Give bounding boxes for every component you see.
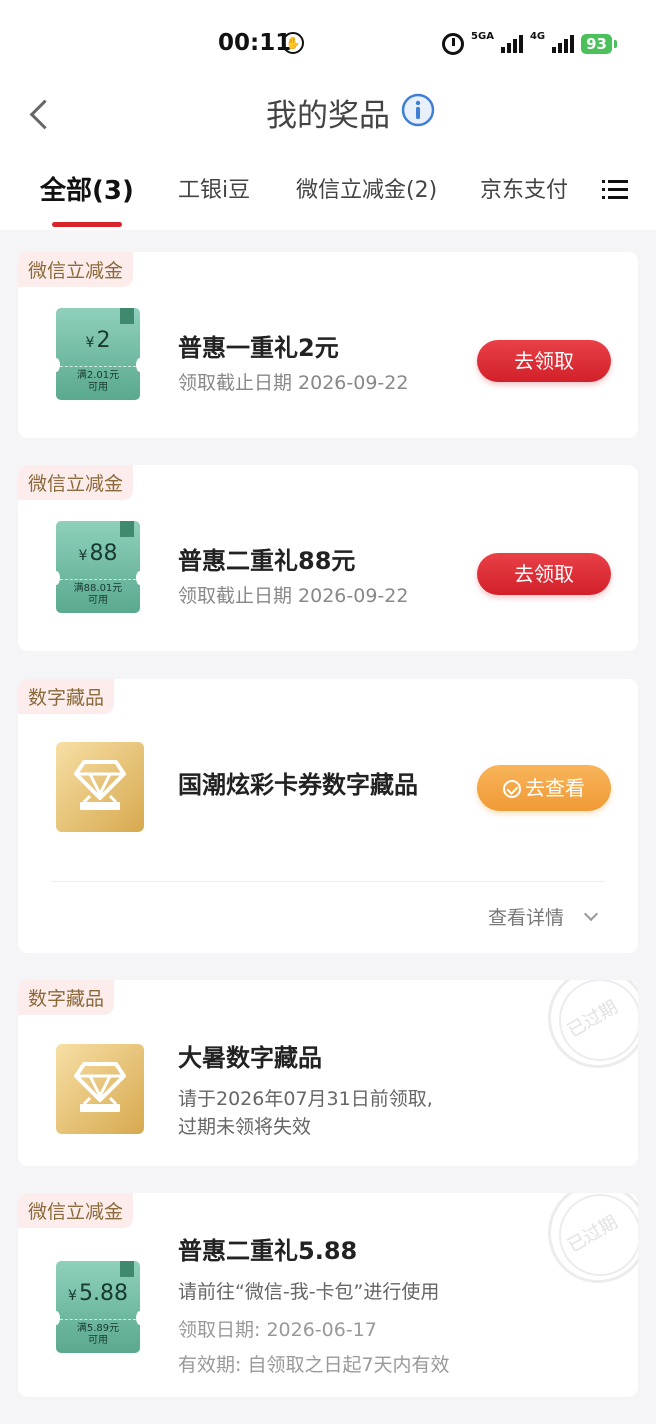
status-icons: 5GA 4G 93 bbox=[442, 30, 617, 58]
coupon-icon: ¥2 满2.01元 可用 bbox=[52, 308, 144, 400]
info-icon[interactable] bbox=[401, 93, 435, 127]
view-button[interactable]: 去查看 bbox=[477, 765, 611, 811]
prize-card: 已过期 微信立减金 ¥5.88 满5.89元 可用 普惠二重礼5.88 请前往“微… bbox=[18, 1193, 638, 1397]
battery-indicator: 93 bbox=[581, 34, 617, 54]
network-5g-label: 5GA bbox=[471, 30, 494, 42]
prize-title: 普惠二重礼5.88 bbox=[178, 1237, 358, 1265]
expired-stamp: 已过期 bbox=[548, 980, 638, 1068]
prize-title: 普惠二重礼88元 bbox=[178, 547, 356, 575]
signal-icon bbox=[500, 35, 523, 53]
alarm-icon bbox=[442, 33, 465, 55]
digital-collectible-icon bbox=[56, 1044, 144, 1134]
gesture-icon: ✋ bbox=[282, 32, 304, 54]
coupon-icon: ¥88 满88.01元 可用 bbox=[52, 521, 144, 613]
prize-card: 数字藏品 国潮炫彩卡券数字藏品 去查看 查看详情 bbox=[18, 679, 638, 953]
digital-collectible-icon bbox=[56, 742, 144, 832]
coupon-amount: ¥2 bbox=[85, 328, 111, 353]
prize-title: 普惠一重礼2元 bbox=[178, 334, 339, 362]
prize-category-tag: 微信立减金 bbox=[18, 1193, 134, 1228]
prize-category-tag: 微信立减金 bbox=[18, 465, 134, 500]
coupon-amount: ¥5.88 bbox=[68, 1281, 128, 1306]
prize-note-line1: 请于2026年07月31日前领取, bbox=[178, 1088, 433, 1110]
header: 我的奖品 bbox=[0, 80, 656, 150]
prize-title: 国潮炫彩卡券数字藏品 bbox=[178, 771, 418, 799]
prize-validity: 有效期: 自领取之日起7天内有效 bbox=[178, 1354, 450, 1376]
active-tab-indicator bbox=[52, 222, 122, 227]
coupon-icon: ¥5.88 满5.89元 可用 bbox=[52, 1261, 144, 1353]
coupon-flag bbox=[120, 1261, 134, 1277]
prize-usage-note: 请前往“微信-我-卡包”进行使用 bbox=[178, 1281, 440, 1303]
prize-title: 大暑数字藏品 bbox=[178, 1044, 322, 1072]
coupon-flag bbox=[120, 308, 134, 324]
tab-bar: 全部(3) 工银i豆 微信立减金(2) 京东支付 bbox=[0, 150, 656, 230]
page-title: 我的奖品 bbox=[266, 98, 390, 134]
claim-button[interactable]: 去领取 bbox=[477, 340, 611, 382]
status-time: 00:11 bbox=[218, 30, 292, 56]
divider bbox=[51, 881, 605, 882]
signal-icon-2 bbox=[552, 35, 575, 53]
claim-button[interactable]: 去领取 bbox=[477, 553, 611, 595]
check-circle-icon bbox=[503, 780, 521, 798]
coupon-condition: 满88.01元 可用 bbox=[73, 583, 123, 606]
coupon-flag bbox=[120, 521, 134, 537]
prize-card: 微信立减金 ¥2 满2.01元 可用 普惠一重礼2元 领取截止日期 2026-09… bbox=[18, 252, 638, 438]
prize-card: 已过期 数字藏品 大暑数字藏品 请于2026年07月31日前领取, 过期未领将失… bbox=[18, 980, 638, 1166]
menu-list-icon[interactable] bbox=[602, 178, 628, 202]
prize-deadline: 领取截止日期 2026-09-22 bbox=[178, 372, 409, 394]
prize-claim-date: 领取日期: 2026-06-17 bbox=[178, 1319, 377, 1341]
tab-all[interactable]: 全部(3) bbox=[40, 170, 134, 207]
prize-category-tag: 数字藏品 bbox=[18, 679, 115, 714]
tab-jd-pay[interactable]: 京东支付 bbox=[480, 172, 568, 204]
status-bar: 00:11 ✋ 5GA 4G 93 bbox=[0, 0, 656, 80]
tab-icbc-points[interactable]: 工银i豆 bbox=[178, 172, 250, 204]
coupon-amount: ¥88 bbox=[78, 541, 118, 566]
prize-note-line2: 过期未领将失效 bbox=[178, 1116, 312, 1138]
tab-wechat-discount[interactable]: 微信立减金(2) bbox=[296, 172, 437, 204]
prize-deadline: 领取截止日期 2026-09-22 bbox=[178, 585, 409, 607]
prize-category-tag: 微信立减金 bbox=[18, 252, 134, 287]
battery-level: 93 bbox=[586, 35, 607, 53]
prize-category-tag: 数字藏品 bbox=[18, 980, 115, 1015]
coupon-condition: 满5.89元 可用 bbox=[76, 1323, 120, 1346]
coupon-condition: 满2.01元 可用 bbox=[76, 370, 120, 393]
prize-card: 微信立减金 ¥88 满88.01元 可用 普惠二重礼88元 领取截止日期 2026… bbox=[18, 465, 638, 651]
chevron-down-icon[interactable] bbox=[583, 906, 599, 922]
view-details-link[interactable]: 查看详情 bbox=[488, 903, 564, 930]
network-4g-label: 4G bbox=[529, 30, 546, 42]
expired-stamp: 已过期 bbox=[548, 1193, 638, 1283]
